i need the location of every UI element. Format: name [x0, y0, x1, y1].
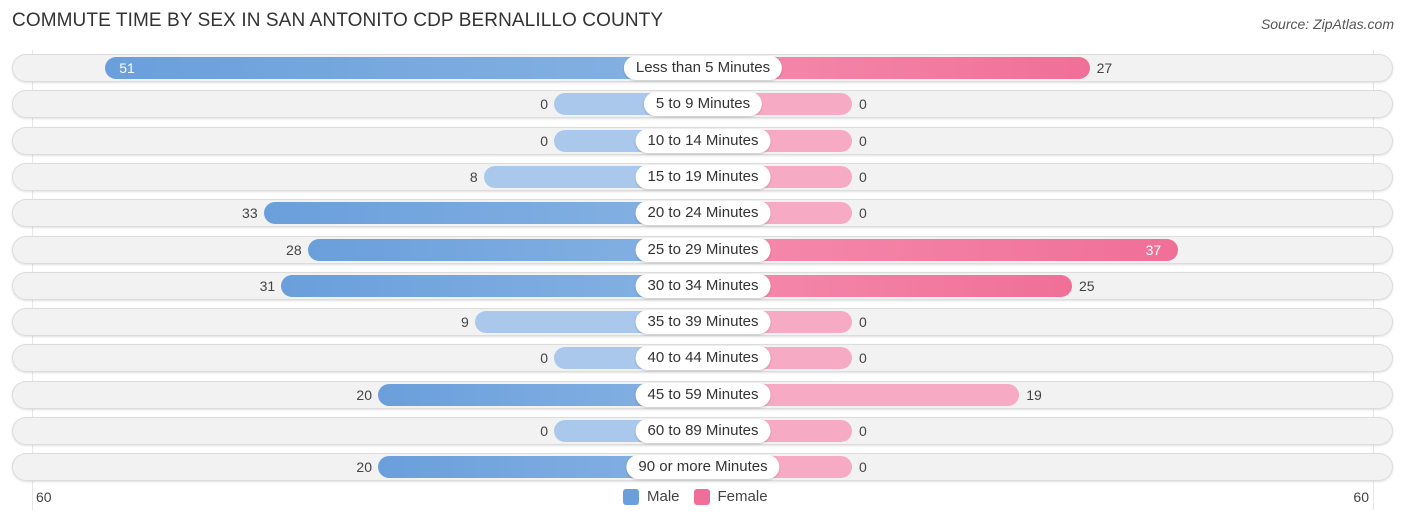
value-label-female: 0	[859, 205, 867, 222]
value-label-female: 0	[859, 132, 867, 149]
value-label-male: 8	[469, 168, 478, 185]
bar-male	[105, 57, 703, 79]
value-label-female: 19	[1026, 386, 1042, 403]
value-label-male: 51	[119, 60, 135, 76]
legend-label-male: Male	[647, 488, 680, 505]
value-label-female: 0	[859, 168, 867, 185]
legend-label-female: Female	[717, 488, 768, 505]
value-label-female: 0	[859, 350, 867, 367]
value-label-male: 0	[540, 350, 548, 367]
value-label-male: 20	[356, 386, 372, 403]
value-label-male: 33	[242, 205, 258, 222]
value-label-male: 31	[259, 277, 276, 294]
value-label-male: 9	[461, 314, 469, 331]
legend-swatch-female	[693, 488, 710, 505]
category-label: 10 to 14 Minutes	[635, 128, 771, 153]
source-label: Source: ZipAtlas.com	[1260, 16, 1394, 32]
category-label: Less than 5 Minutes	[623, 56, 783, 80]
value-label-male: 20	[356, 459, 372, 476]
value-label-male: 28	[286, 241, 302, 258]
value-label-female: 37	[1145, 241, 1162, 258]
value-label-female: 0	[859, 96, 867, 113]
value-label-male: 0	[540, 423, 548, 439]
category-label: 45 to 59 Minutes	[635, 382, 771, 407]
axis-label-left: 60	[36, 489, 52, 505]
category-label: 15 to 19 Minutes	[635, 164, 771, 189]
value-label-female: 0	[859, 423, 867, 439]
chart-title: COMMUTE TIME BY SEX IN SAN ANTONITO CDP …	[12, 10, 664, 31]
value-label-female: 27	[1096, 60, 1113, 76]
value-label-male: 0	[540, 132, 548, 149]
category-label: 25 to 29 Minutes	[635, 237, 771, 262]
value-label-male: 0	[540, 96, 548, 113]
category-label: 20 to 24 Minutes	[635, 201, 771, 226]
value-label-female: 25	[1079, 277, 1095, 294]
category-label: 40 to 44 Minutes	[635, 346, 771, 371]
axis-label-right: 60	[1353, 489, 1369, 505]
category-label: 30 to 34 Minutes	[635, 273, 771, 298]
value-label-female: 0	[859, 459, 867, 476]
bar-female	[703, 238, 1178, 261]
category-label: 90 or more Minutes	[626, 455, 780, 480]
category-label: 5 to 9 Minutes	[643, 92, 763, 117]
category-label: 35 to 39 Minutes	[635, 310, 771, 335]
legend: Male Female	[623, 488, 768, 505]
value-label-female: 0	[859, 314, 867, 331]
category-label: 60 to 89 Minutes	[635, 419, 771, 443]
legend-swatch-male	[623, 488, 639, 505]
